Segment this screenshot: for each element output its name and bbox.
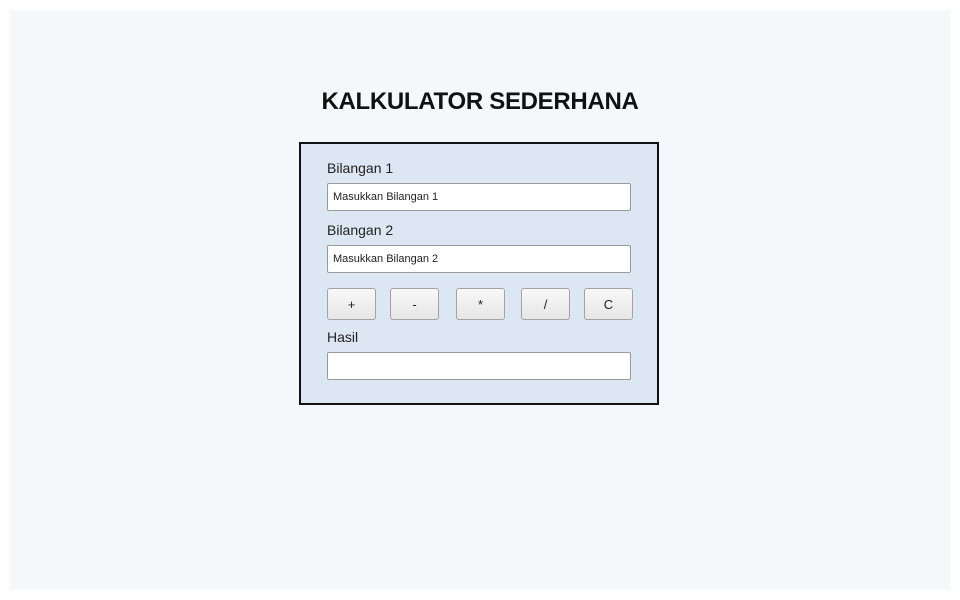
page-title: KALKULATOR SEDERHANA [321, 88, 639, 115]
bilangan-1-label: Bilangan 1 [327, 160, 394, 176]
clear-button[interactable]: C [584, 288, 633, 320]
bilangan-2-input[interactable] [327, 245, 631, 273]
bilangan-2-label: Bilangan 2 [327, 222, 394, 238]
hasil-output[interactable] [327, 352, 631, 380]
divide-button[interactable]: / [521, 288, 570, 320]
bilangan-1-input[interactable] [327, 183, 631, 211]
add-button[interactable]: + [327, 288, 376, 320]
hasil-label: Hasil [327, 329, 359, 345]
multiply-button[interactable]: * [456, 288, 505, 320]
calculator-panel: Bilangan 1 Bilangan 2 + - * / C Hasil [299, 142, 659, 405]
subtract-button[interactable]: - [390, 288, 439, 320]
